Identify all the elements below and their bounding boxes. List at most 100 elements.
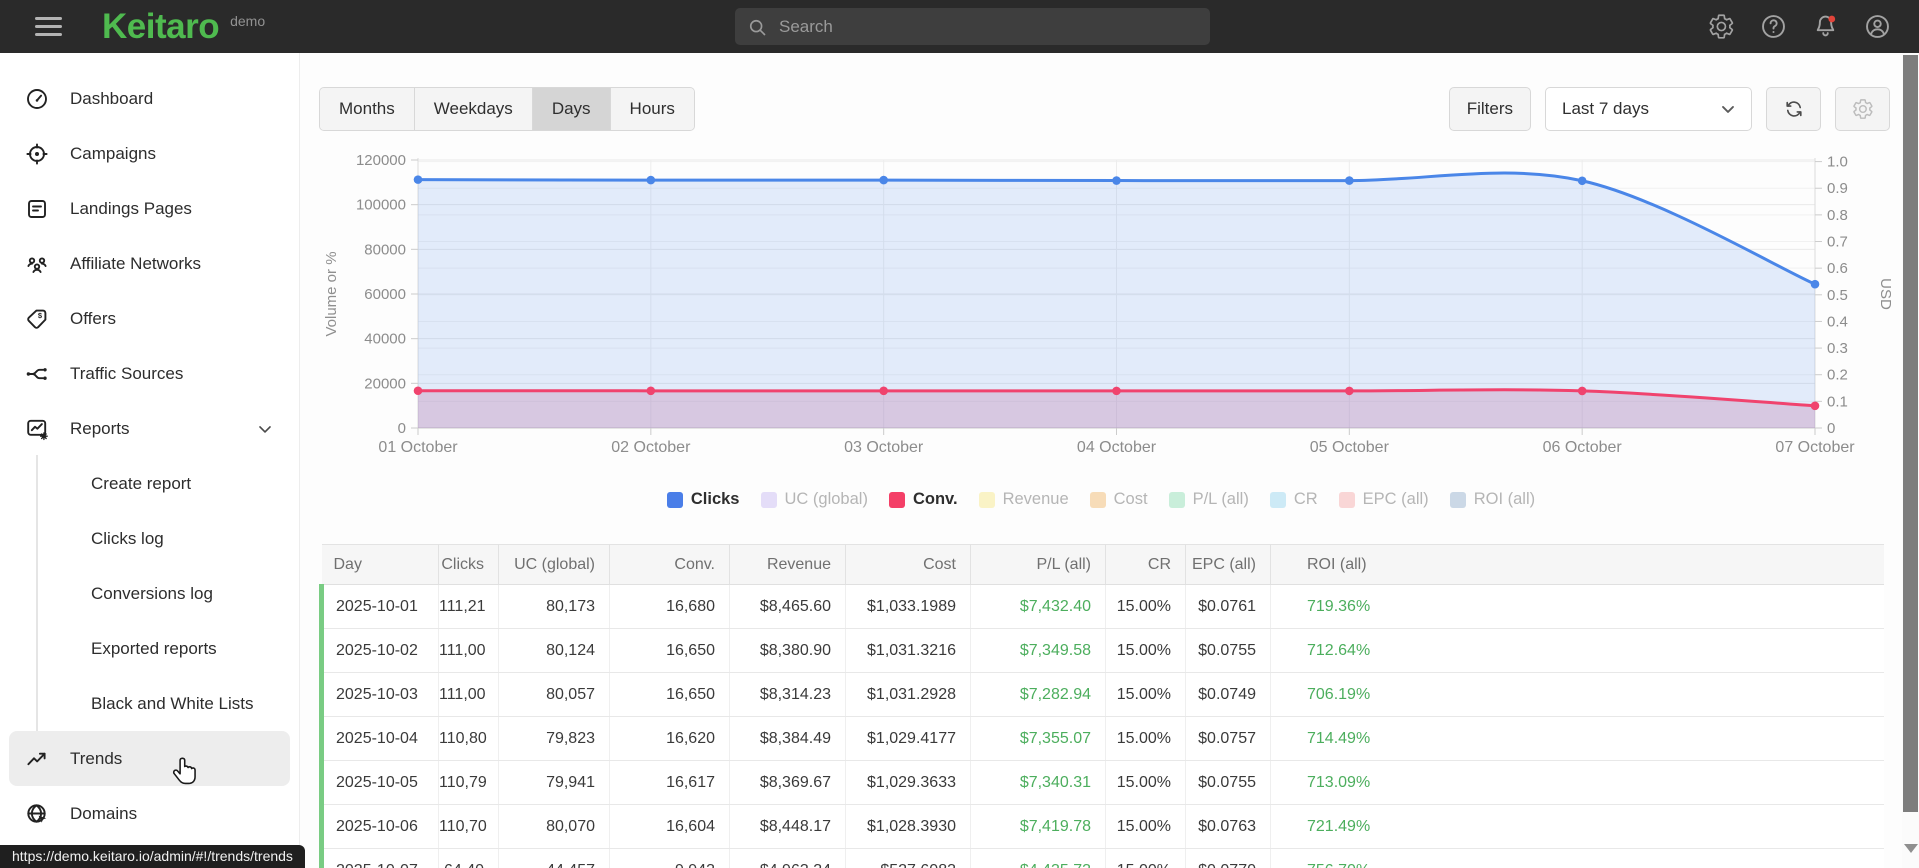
cell-day: 2025-10-05 xyxy=(319,760,439,805)
sidebar-item-label: Clicks log xyxy=(91,528,164,548)
scroll-down-arrow-icon[interactable] xyxy=(1904,844,1918,853)
table-body: 2025-10-01 111,21 80,173 16,680 $8,465.60 $1,… xyxy=(319,584,1884,868)
search-input[interactable] xyxy=(779,16,1198,37)
date-range-select[interactable]: Last 7 days xyxy=(1545,87,1752,131)
cell-uc-global: 44,457 xyxy=(498,848,610,868)
sidebar-item-campaigns[interactable]: Campaigns xyxy=(0,126,299,181)
sidebar-subitem-create-report[interactable]: Create report xyxy=(0,456,299,511)
cell-day: 2025-10-07 xyxy=(319,848,439,868)
column-header-p-l-all[interactable]: P/L (all) xyxy=(970,544,1106,585)
cell-day: 2025-10-04 xyxy=(319,716,439,761)
sidebar-item-domains[interactable]: Domains xyxy=(0,786,299,841)
landing-icon xyxy=(25,197,49,221)
column-header-uc-global[interactable]: UC (global) xyxy=(498,544,610,585)
legend-item-cr[interactable]: CR xyxy=(1269,490,1318,509)
legend-item-epc-all[interactable]: EPC (all) xyxy=(1338,490,1429,509)
table-row-2025-10-03[interactable]: 2025-10-03 111,00 80,057 16,650 $8,314.23 $1,… xyxy=(319,672,1884,717)
vertical-scrollbar[interactable] xyxy=(1902,53,1919,868)
cell-cost: $1,031.3216 xyxy=(845,628,971,673)
table-row-2025-10-04[interactable]: 2025-10-04 110,80 79,823 16,620 $8,384.49 $1,… xyxy=(319,716,1884,761)
svg-text:0: 0 xyxy=(1827,420,1835,437)
table-row-2025-10-02[interactable]: 2025-10-02 111,00 80,124 16,650 $8,380.90 $1,… xyxy=(319,628,1884,673)
sidebar-item-affiliate-networks[interactable]: Affiliate Networks xyxy=(0,236,299,291)
svg-text:USD: USD xyxy=(1877,278,1894,310)
trends-chart: 0 20000 40000 60000 80000 100000 120000 0 0.1 0.2… xyxy=(300,148,1902,473)
global-search[interactable] xyxy=(735,8,1210,45)
tab-months[interactable]: Months xyxy=(320,88,414,130)
sidebar-subitem-exported-reports[interactable]: Exported reports xyxy=(0,621,299,676)
column-header-roi-all[interactable]: ROI (all) xyxy=(1270,544,1884,585)
sidebar-item-landings-pages[interactable]: Landings Pages xyxy=(0,181,299,236)
legend-label: EPC (all) xyxy=(1362,490,1429,508)
cell-conv: 16,650 xyxy=(609,628,730,673)
tab-days[interactable]: Days xyxy=(531,88,610,130)
tab-weekdays[interactable]: Weekdays xyxy=(413,88,532,130)
column-header-conv[interactable]: Conv. xyxy=(609,544,730,585)
account-icon[interactable] xyxy=(1864,13,1891,40)
legend-item-roi-all[interactable]: ROI (all) xyxy=(1449,490,1535,509)
sidebar-item-reports[interactable]: Reports xyxy=(0,401,299,456)
svg-text:0.1: 0.1 xyxy=(1827,393,1848,410)
table-row-2025-10-01[interactable]: 2025-10-01 111,21 80,173 16,680 $8,465.60 $1,… xyxy=(319,584,1884,629)
legend-label: Cost xyxy=(1113,490,1148,508)
legend-item-cost[interactable]: Cost xyxy=(1089,490,1148,509)
cell-uc-global: 80,173 xyxy=(498,584,610,629)
chart-settings-button[interactable] xyxy=(1835,87,1890,131)
tab-hours[interactable]: Hours xyxy=(609,88,694,130)
column-header-clicks[interactable]: Clicks xyxy=(438,544,499,585)
legend-item-revenue[interactable]: Revenue xyxy=(978,490,1069,509)
cell-clicks: 110,79 xyxy=(438,760,499,805)
cell-roi-all: 706.19% xyxy=(1270,672,1884,717)
svg-text:80000: 80000 xyxy=(364,241,406,258)
legend-swatch xyxy=(760,491,777,508)
brand-logo[interactable]: Keitaro xyxy=(102,7,220,47)
table-row-2025-10-07[interactable]: 2025-10-0764,4044,4579,943$4,963.34$527.… xyxy=(319,848,1884,868)
legend-item-p-l-all[interactable]: P/L (all) xyxy=(1168,490,1249,509)
sidebar-item-label: Campaigns xyxy=(70,143,156,163)
cell-cost: $1,029.4177 xyxy=(845,716,971,761)
cell-p-l-all: $7,432.40 xyxy=(970,584,1106,629)
column-header-day[interactable]: Day xyxy=(321,544,439,585)
cell-clicks: 110,80 xyxy=(438,716,499,761)
cell-revenue: $8,380.90 xyxy=(729,628,846,673)
menu-toggle-icon[interactable] xyxy=(35,17,62,36)
column-header-cr[interactable]: CR xyxy=(1105,544,1186,585)
column-header-cost[interactable]: Cost xyxy=(845,544,971,585)
table-row-2025-10-05[interactable]: 2025-10-05 110,79 79,941 16,617 $8,369.67 $1,… xyxy=(319,760,1884,805)
sidebar-item-traffic-sources[interactable]: Traffic Sources xyxy=(0,346,299,401)
globe-icon xyxy=(25,802,49,826)
legend-label: Clicks xyxy=(690,490,740,508)
legend-swatch xyxy=(1089,491,1106,508)
svg-text:0.9: 0.9 xyxy=(1827,180,1848,197)
cell-p-l-all: $7,340.31 xyxy=(970,760,1106,805)
sidebar-item-label: Trends xyxy=(70,748,123,768)
help-icon[interactable] xyxy=(1760,13,1787,40)
sidebar-item-label: Domains xyxy=(70,803,138,823)
scrollbar-thumb[interactable] xyxy=(1903,55,1918,812)
sidebar-subitem-clicks-log[interactable]: Clicks log xyxy=(0,511,299,566)
sidebar-item-label: Dashboard xyxy=(70,88,154,108)
sidebar-subitem-black-and-white-lists[interactable]: Black and White Lists xyxy=(0,676,299,731)
refresh-button[interactable] xyxy=(1766,87,1821,131)
svg-text:0.2: 0.2 xyxy=(1827,367,1848,384)
column-header-revenue[interactable]: Revenue xyxy=(729,544,846,585)
sidebar-item-dashboard[interactable]: Dashboard xyxy=(0,71,299,126)
sidebar-item-trends[interactable]: Trends xyxy=(9,731,290,786)
cell-conv: 16,680 xyxy=(609,584,730,629)
svg-text:06 October: 06 October xyxy=(1543,439,1623,456)
legend-item-conv[interactable]: Conv. xyxy=(888,490,958,509)
filters-button[interactable]: Filters xyxy=(1448,87,1531,131)
legend-item-uc-global[interactable]: UC (global) xyxy=(760,490,868,509)
cell-clicks: 110,70 xyxy=(438,804,499,849)
table-row-2025-10-06[interactable]: 2025-10-06 110,70 80,070 16,604 $8,448.17 $1,… xyxy=(319,804,1884,849)
settings-gear-icon[interactable] xyxy=(1708,13,1735,40)
column-header-epc-all[interactable]: EPC (all) xyxy=(1185,544,1271,585)
sidebar-item-label: Offers xyxy=(70,308,116,328)
sidebar-subitem-conversions-log[interactable]: Conversions log xyxy=(0,566,299,621)
trends-chart-svg: 0 20000 40000 60000 80000 100000 120000 0 0.1 0.2… xyxy=(323,152,1894,456)
legend-item-clicks[interactable]: Clicks xyxy=(666,490,740,509)
svg-text:03 October: 03 October xyxy=(844,439,924,456)
notifications-bell-icon[interactable] xyxy=(1812,13,1839,40)
cell-cr: 15.00% xyxy=(1105,716,1186,761)
sidebar-item-offers[interactable]: $ Offers xyxy=(0,291,299,346)
